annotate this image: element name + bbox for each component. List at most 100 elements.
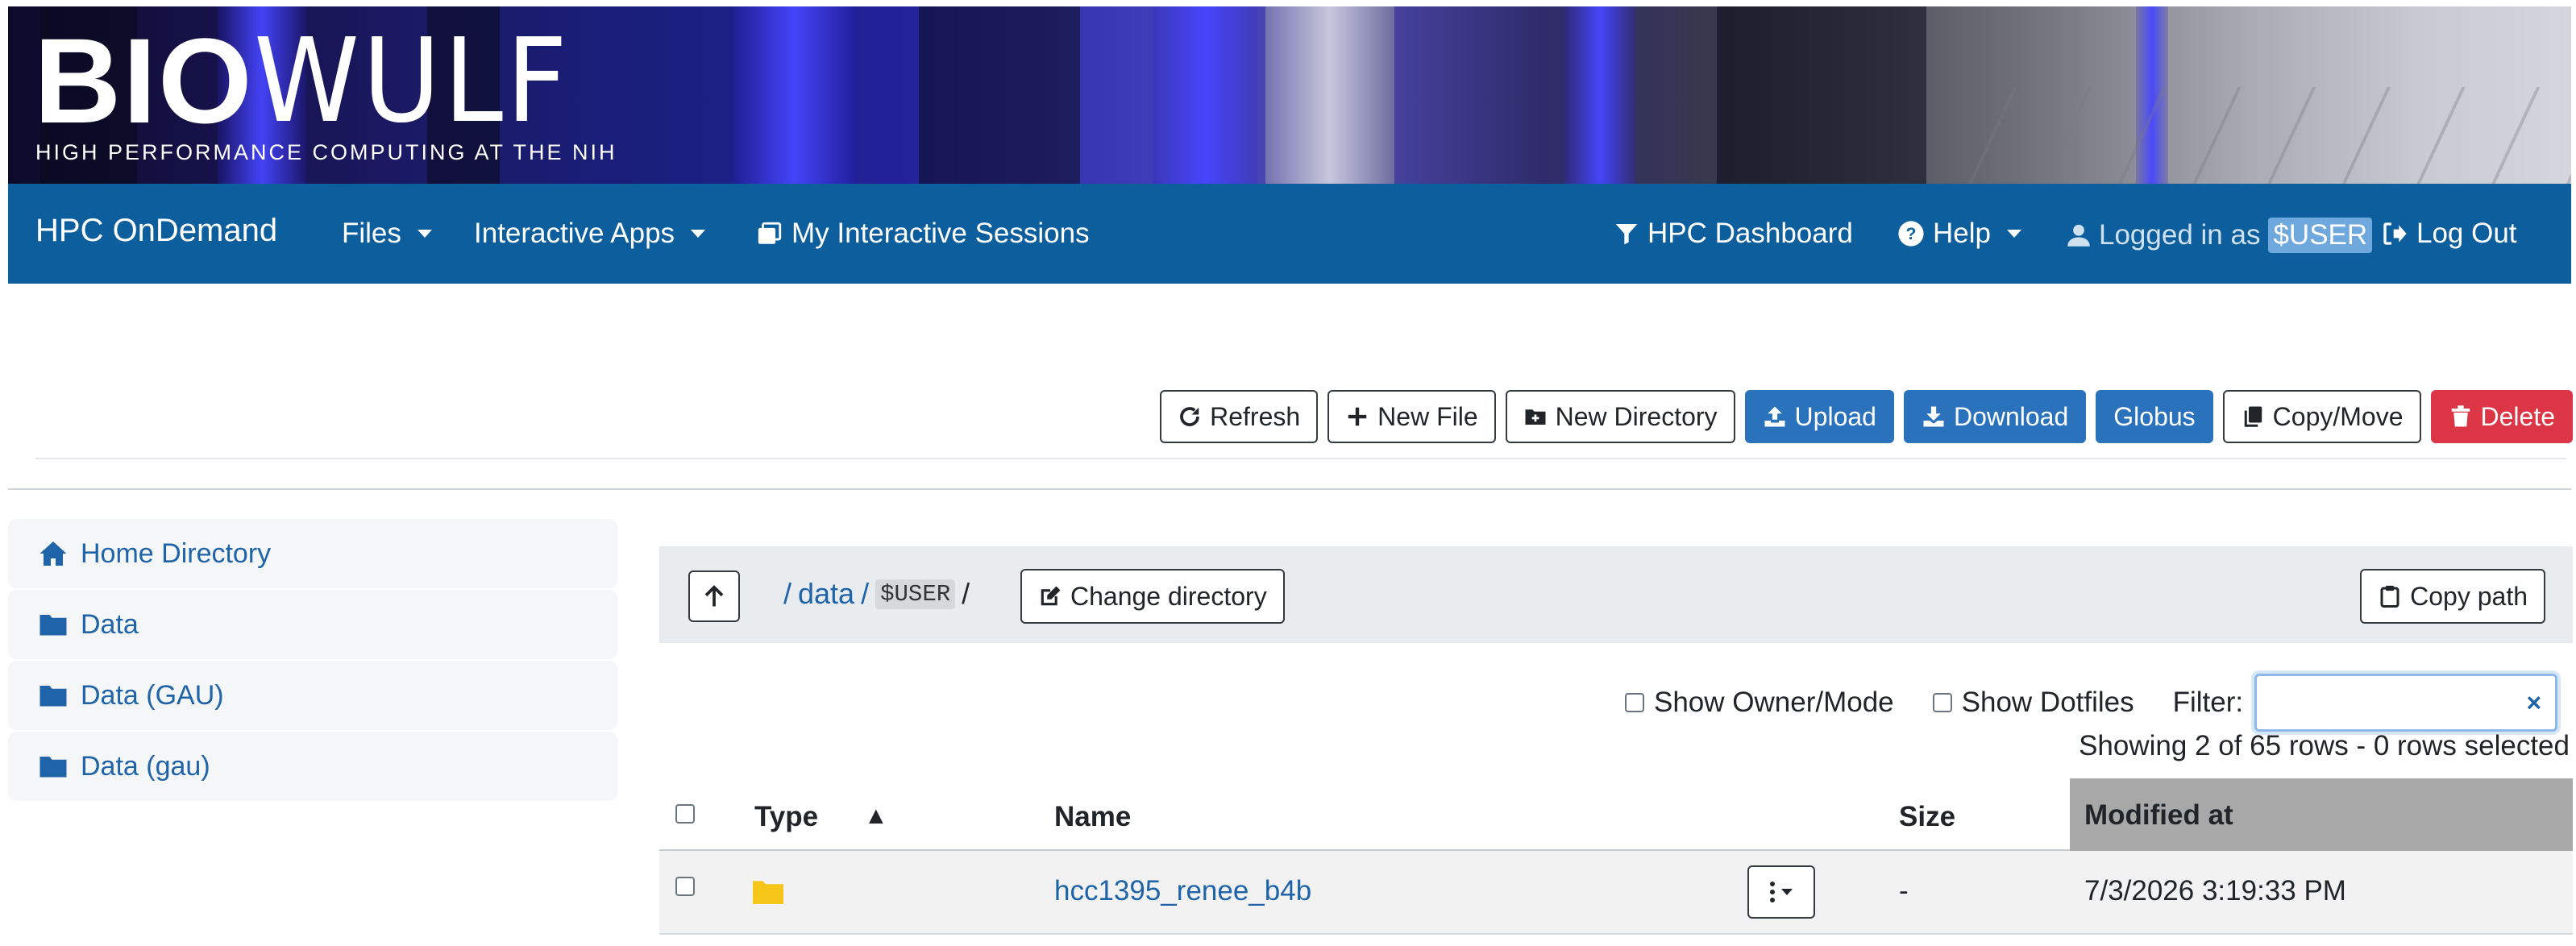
globus-button[interactable]: Globus [2096,390,2213,443]
filter-label: Filter: [2172,687,2244,718]
kebab-menu-icon [1770,882,1775,902]
new-file-label: New File [1377,401,1478,431]
caret-down-icon [691,230,706,238]
delete-button[interactable]: Delete [2430,390,2573,443]
sidebar-item-data-gau-lower[interactable]: Data (gau) [8,732,617,801]
sort-asc-icon: ▲ [864,803,888,829]
sidebar-item-data[interactable]: Data [8,590,617,659]
delete-label: Delete [2480,401,2556,431]
caret-down-icon [1781,889,1793,895]
svg-text:?: ? [1906,224,1917,243]
sidebar-item-label: Data (GAU) [81,679,224,711]
banner-rack-light [733,6,854,184]
download-button[interactable]: Download [1903,390,2087,443]
parent-directory-button[interactable] [688,571,740,622]
breadcrumb: / data / $USER / [783,577,970,611]
brand-link[interactable]: HPC OnDemand [35,213,277,249]
change-directory-button[interactable]: Change directory [1020,569,1285,624]
folder-plus-icon [1525,409,1546,425]
plus-icon [1348,407,1367,426]
folder-icon [39,686,67,707]
show-owner-mode-checkbox[interactable] [1625,693,1644,712]
biowulf-logo: BIO WULF [34,13,598,148]
path-bar: / data / $USER / Change directory Copy p… [659,546,2573,643]
table-options: Show Owner/Mode Show Dotfiles Filter: × [1625,674,2558,732]
copy-path-button[interactable]: Copy path [2360,569,2545,624]
nav-files-label: Files [342,218,401,249]
user-icon [2067,224,2090,247]
table-row[interactable]: hcc1395_renee_b4b - 7/3/2026 3:19:33 PM [659,851,2573,935]
sidebar-item-label: Data (gau) [81,750,210,782]
show-dotfiles-label: Show Dotfiles [1961,687,2134,718]
new-directory-button[interactable]: New Directory [1505,390,1735,443]
breadcrumb-separator: / [861,577,870,610]
nav-hpc-dashboard[interactable]: HPC Dashboard [1614,218,1853,250]
download-icon [1923,406,1944,427]
folder-icon [753,881,783,904]
nav-interactive-apps-dropdown[interactable]: Interactive Apps [474,218,706,250]
banner-rack [919,6,1080,184]
breadcrumb-data[interactable]: data [798,577,854,611]
row-size: - [1899,875,1909,907]
upload-button[interactable]: Upload [1744,390,1894,443]
sidebar-item-data-gau-upper[interactable]: Data (GAU) [8,661,617,730]
row-select-checkbox[interactable] [675,877,695,896]
breadcrumb-trailing: / [962,577,970,610]
banner-floor [1942,87,2571,184]
nav-files-dropdown[interactable]: Files [342,218,432,250]
globus-label: Globus [2113,401,2196,431]
file-toolbar: Refresh New File New Directory Upload Do… [1160,390,2573,443]
nav-my-sessions[interactable]: My Interactive Sessions [756,218,1090,250]
logged-in-label: Logged in as [2099,219,2261,251]
logo-bio: BIO [34,13,254,148]
clipboard-icon [2380,585,2399,608]
column-header-name[interactable]: Name [1054,801,1131,833]
upload-icon [1764,406,1785,427]
nav-logged-in: Logged in as $USER [2067,218,2373,253]
banner-rack-light [1564,6,1636,184]
copy-move-button[interactable]: Copy/Move [2222,390,2421,443]
column-header-modified[interactable]: Modified at [2070,778,2573,851]
show-dotfiles-option[interactable]: Show Dotfiles [1932,687,2134,719]
nav-interactive-apps-label: Interactive Apps [474,218,675,249]
refresh-icon [1180,407,1199,426]
nav-logout[interactable]: Log Out [2381,218,2517,250]
nav-help-dropdown[interactable]: ? Help [1897,218,2021,250]
folder-icon [39,615,67,636]
upload-label: Upload [1794,401,1876,431]
sessions-icon [758,222,782,244]
top-navbar: HPC OnDemand Files Interactive Apps My I… [8,184,2571,284]
column-header-size[interactable]: Size [1899,801,1955,833]
edit-icon [1041,586,1061,606]
refresh-button[interactable]: Refresh [1160,390,1319,443]
banner-rack-metal [1265,6,1394,184]
column-header-type[interactable]: Type [754,801,818,833]
show-owner-mode-option[interactable]: Show Owner/Mode [1625,687,1894,719]
new-file-button[interactable]: New File [1327,390,1496,443]
sidebar-item-home-directory[interactable]: Home Directory [8,519,617,588]
change-directory-label: Change directory [1070,581,1267,611]
show-dotfiles-checkbox[interactable] [1932,693,1952,712]
filter-input[interactable] [2254,674,2558,732]
copy-icon [2244,406,2262,427]
clear-filter-icon[interactable]: × [2526,688,2541,718]
section-divider [8,488,2571,490]
download-label: Download [1953,401,2069,431]
logo-wulf: WULF [253,13,571,148]
sidebar-item-label: Home Directory [81,537,272,569]
logged-in-user: $USER [2268,218,2373,253]
row-name-link[interactable]: hcc1395_renee_b4b [1054,875,1311,907]
trash-icon [2451,405,2470,427]
banner-rack [1717,6,1926,184]
rows-status: Showing 2 of 65 rows - 0 rows selected [2079,730,2570,761]
breadcrumb-root[interactable]: / [783,577,791,611]
row-actions-button[interactable] [1747,865,1815,919]
home-icon [39,541,67,566]
copy-move-label: Copy/Move [2272,401,2404,431]
table-header: Type ▲ Name Size Modified at [659,778,2573,851]
row-modified: 7/3/2026 3:19:33 PM [2084,875,2346,907]
sidebar-item-label: Data [81,608,139,640]
filter-funnel-icon [1615,224,1638,245]
logout-icon [2383,222,2407,245]
select-all-checkbox[interactable] [675,804,695,824]
